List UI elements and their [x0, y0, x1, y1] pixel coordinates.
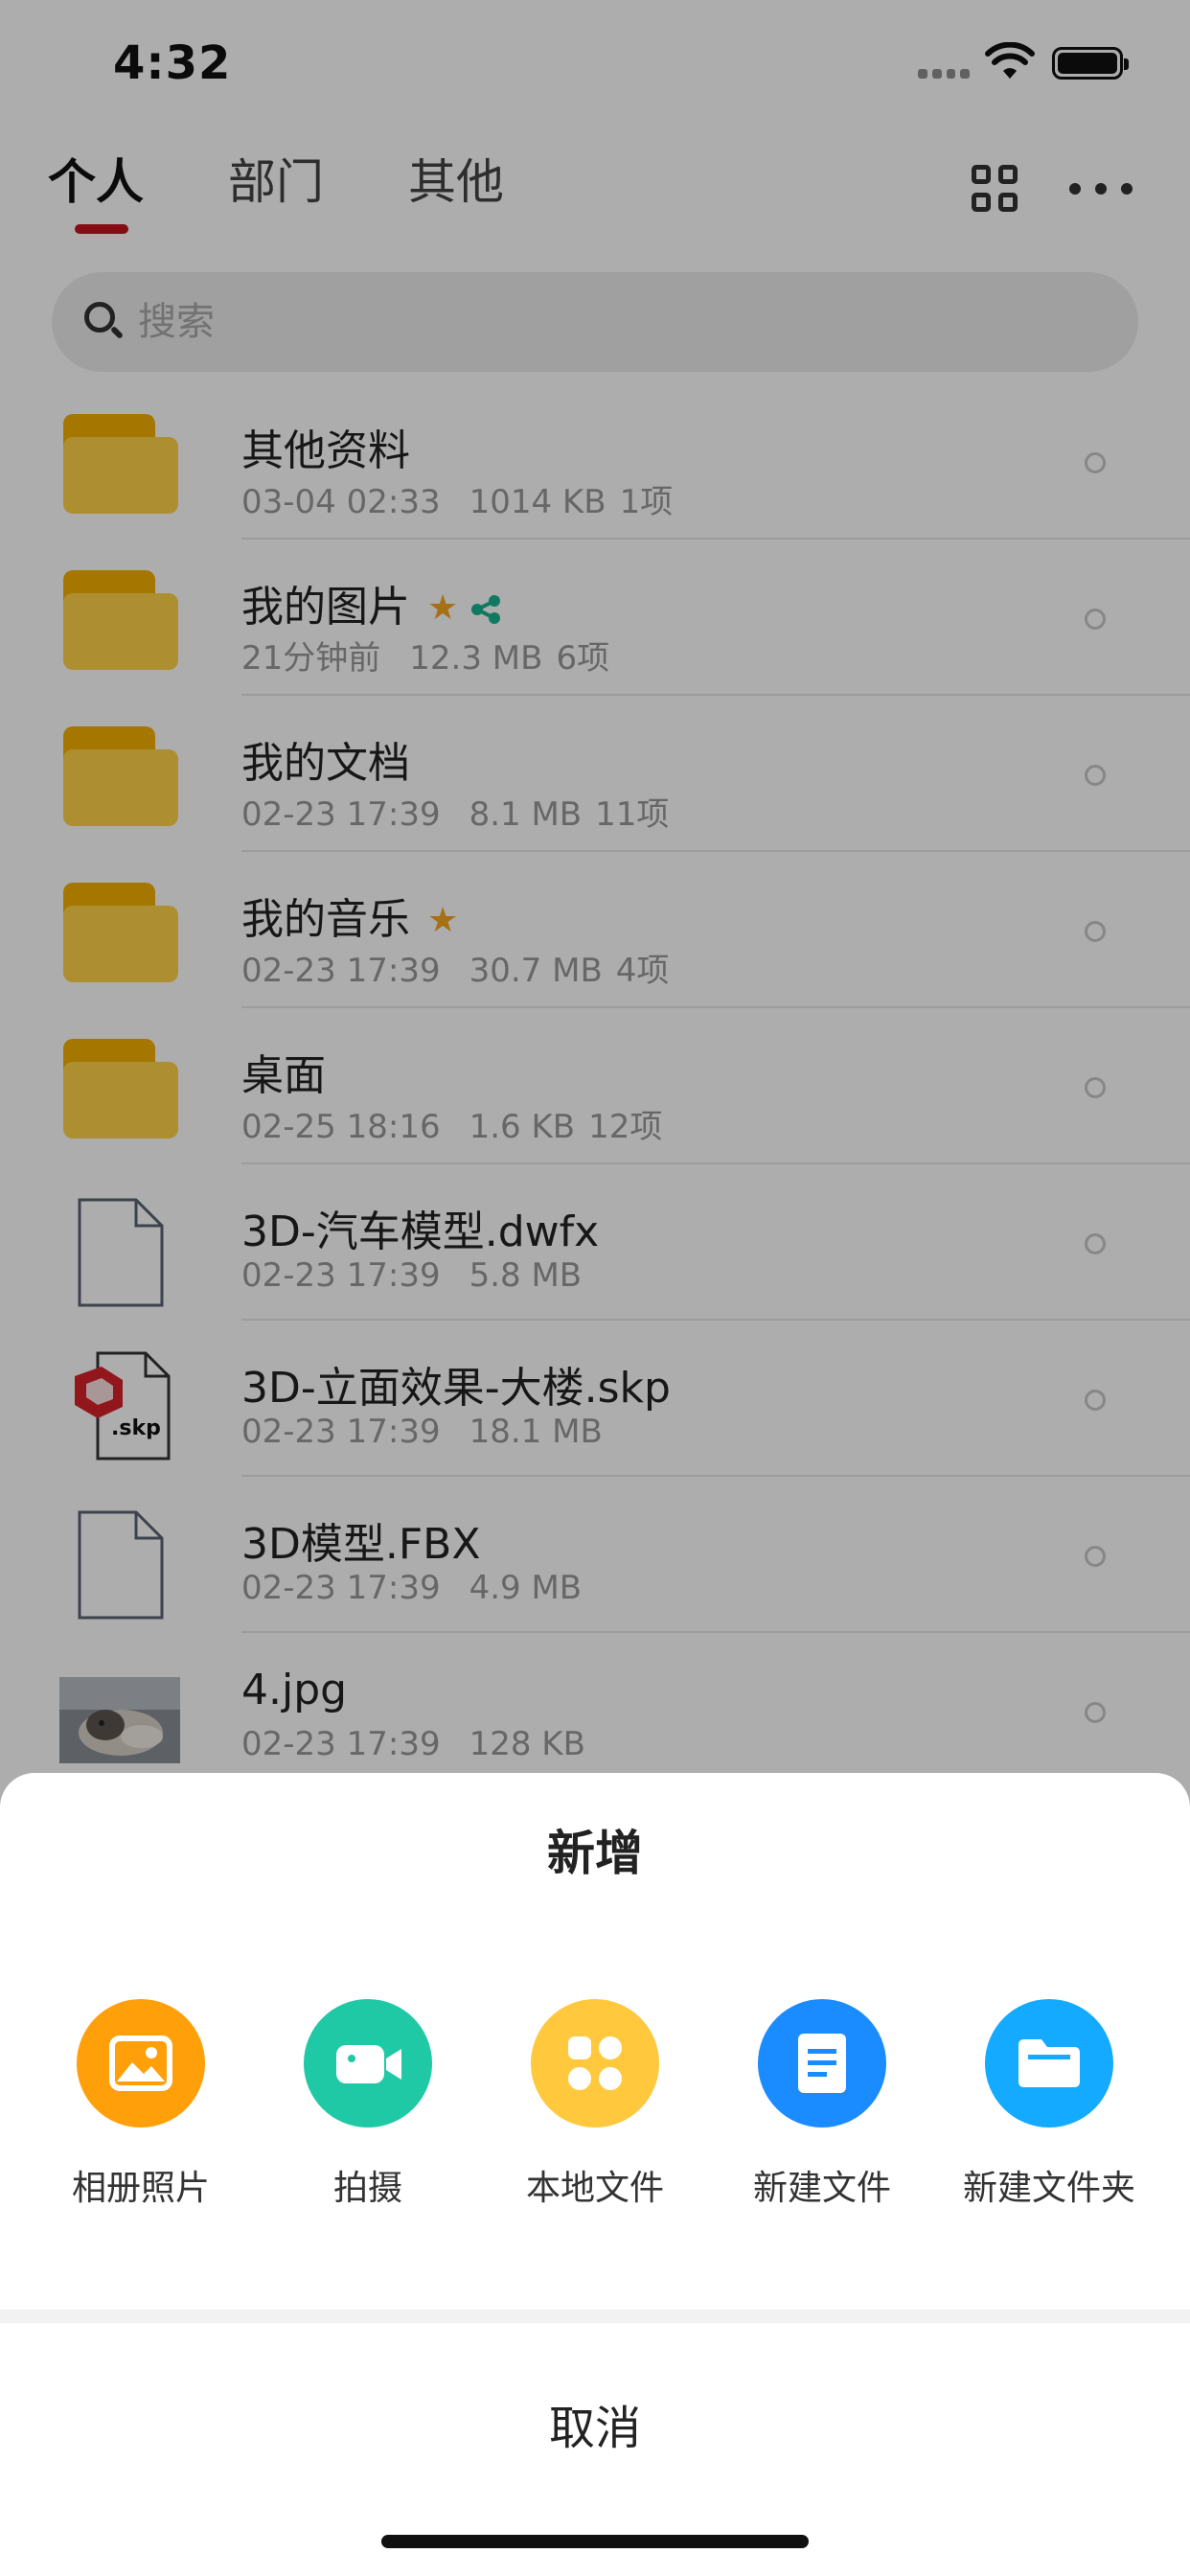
- photo-icon: [77, 1999, 205, 2128]
- add-action-sheet: 新增 相册照片 拍摄 本地文件 新建文件 新建文件夹 取消: [0, 1773, 1190, 2576]
- sheet-title: 新增: [547, 1826, 643, 1881]
- file-manager-screen: 4:32 个人 部门 其他 其他资料 03-04 02:331014 KB1项: [0, 0, 1190, 2576]
- album-photo-button[interactable]: 相册照片: [35, 1999, 246, 2210]
- action-label: 相册照片: [71, 2169, 210, 2208]
- video-camera-icon: [304, 1999, 432, 2128]
- local-file-button[interactable]: 本地文件: [490, 1999, 700, 2210]
- action-label: 拍摄: [332, 2169, 402, 2208]
- folder-icon: [985, 1999, 1113, 2128]
- action-label: 本地文件: [525, 2169, 664, 2208]
- shoot-button[interactable]: 拍摄: [263, 1999, 473, 2210]
- new-folder-button[interactable]: 新建文件夹: [944, 1999, 1155, 2210]
- document-icon: [758, 1999, 886, 2128]
- cancel-label: 取消: [548, 2402, 641, 2455]
- sheet-separator: [0, 2310, 1190, 2323]
- new-file-button[interactable]: 新建文件: [717, 1999, 927, 2210]
- home-indicator: [381, 2535, 809, 2548]
- action-label: 新建文件: [752, 2169, 891, 2208]
- action-row: 相册照片 拍摄 本地文件 新建文件 新建文件夹: [0, 1999, 1190, 2229]
- action-label: 新建文件夹: [962, 2169, 1135, 2208]
- apps-icon: [531, 1999, 659, 2128]
